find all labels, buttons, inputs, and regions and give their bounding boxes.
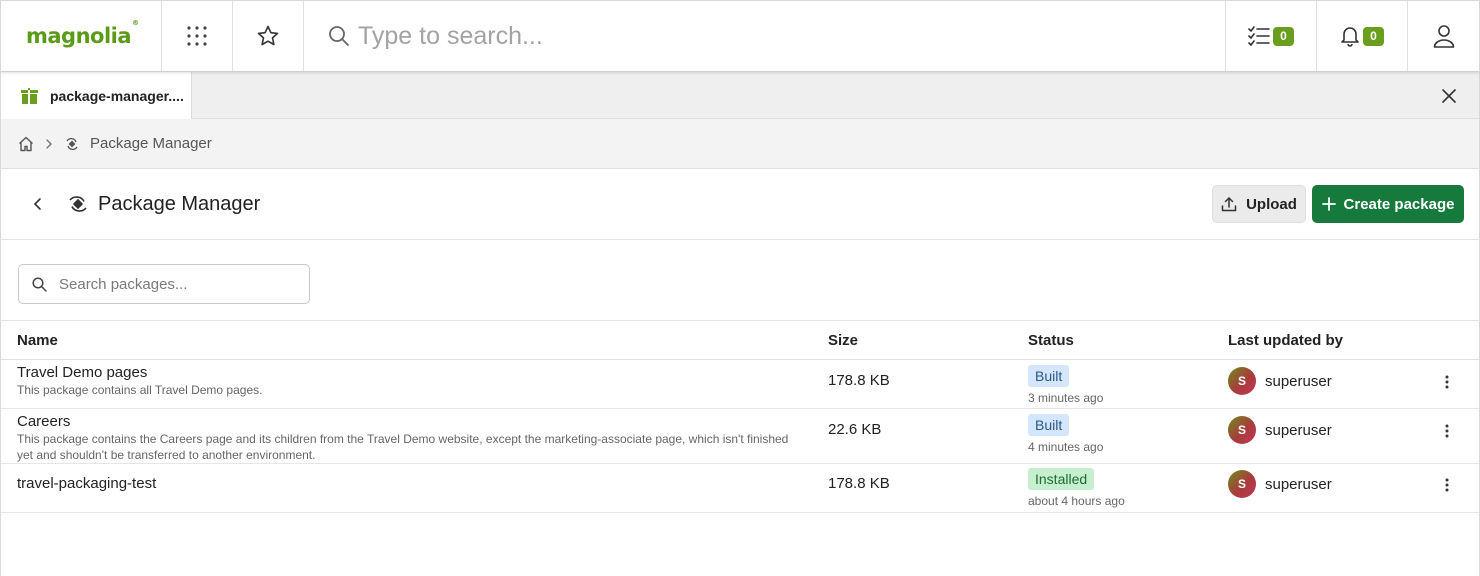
more-vertical-icon [1445, 424, 1449, 438]
apps-button[interactable] [162, 1, 233, 71]
global-search-input[interactable] [358, 21, 958, 51]
breadcrumb: Package Manager [0, 119, 1480, 169]
create-package-label: Create package [1343, 195, 1455, 213]
package-size: 178.8 KB [828, 475, 890, 492]
package-name[interactable]: Careers [17, 413, 807, 430]
package-size: 22.6 KB [828, 421, 882, 438]
last-updated-by-cell: S superuser [1228, 470, 1332, 498]
grid-icon [187, 26, 207, 46]
status-time: 3 minutes ago [1028, 391, 1104, 405]
tab-package-manager[interactable]: package-manager.... [1, 72, 192, 119]
chevron-right-icon [46, 138, 52, 149]
column-header-size[interactable]: Size [828, 332, 858, 349]
close-tab-button[interactable] [1439, 86, 1459, 106]
package-manager-icon [66, 137, 78, 150]
more-vertical-icon [1445, 478, 1449, 492]
table-header: Name Size Status Last updated by [1, 321, 1479, 360]
user-name: superuser [1265, 421, 1332, 439]
avatar: S [1228, 470, 1256, 498]
last-updated-by-cell: S superuser [1228, 367, 1332, 395]
search-icon [329, 26, 349, 46]
packages-table: Name Size Status Last updated by Travel … [0, 321, 1480, 576]
page-header: Package Manager Upload Create package [0, 169, 1480, 240]
package-size: 178.8 KB [828, 372, 890, 389]
package-description: This package contains the Careers page a… [17, 432, 789, 462]
upload-button[interactable]: Upload [1212, 185, 1306, 223]
package-name-cell: Careers This package contains the Career… [17, 413, 807, 463]
avatar: S [1228, 416, 1256, 444]
package-name-cell: travel-packaging-test [17, 475, 156, 492]
home-icon[interactable] [18, 136, 34, 152]
package-search-input[interactable] [59, 275, 289, 293]
row-actions-button[interactable] [1437, 421, 1457, 441]
chevron-left-icon [33, 198, 41, 210]
status-time: 4 minutes ago [1028, 440, 1104, 454]
create-package-button[interactable]: Create package [1312, 185, 1464, 223]
package-name-cell: Travel Demo pages This package contains … [17, 364, 807, 398]
notifications-button[interactable]: 0 [1317, 1, 1408, 71]
upload-label: Upload [1246, 195, 1297, 213]
user-name: superuser [1265, 372, 1332, 390]
task-list-icon [1248, 26, 1270, 46]
column-header-last-updated-by[interactable]: Last updated by [1228, 332, 1343, 349]
status-cell: Built 3 minutes ago [1028, 365, 1103, 405]
last-updated-by-cell: S superuser [1228, 416, 1332, 444]
global-search[interactable] [304, 1, 1226, 71]
filter-area [0, 240, 1480, 321]
row-actions-button[interactable] [1437, 372, 1457, 392]
avatar: S [1228, 367, 1256, 395]
tab-bar: package-manager.... [0, 72, 1480, 119]
status-time: about 4 hours ago [1028, 494, 1125, 508]
package-manager-icon [66, 194, 90, 214]
tasks-count-badge: 0 [1273, 26, 1294, 46]
star-icon [257, 25, 279, 46]
status-cell: Built 4 minutes ago [1028, 414, 1103, 454]
logo-cell[interactable]: magnolia® [1, 1, 162, 71]
breadcrumb-current: Package Manager [90, 135, 212, 152]
status-badge: Installed [1028, 468, 1095, 490]
favorites-button[interactable] [233, 1, 304, 71]
page-title: Package Manager [98, 192, 261, 215]
package-icon [21, 87, 38, 104]
notifications-count-badge: 0 [1363, 26, 1384, 46]
bell-icon [1341, 27, 1359, 47]
back-button[interactable] [26, 192, 50, 216]
table-row[interactable]: Careers This package contains the Career… [1, 409, 1479, 464]
column-header-name[interactable]: Name [17, 332, 58, 349]
plus-icon [1321, 197, 1336, 211]
package-name[interactable]: Travel Demo pages [17, 364, 807, 381]
table-row[interactable]: Travel Demo pages This package contains … [1, 360, 1479, 409]
search-icon [32, 276, 47, 292]
close-icon [1442, 89, 1456, 103]
status-cell: Installed about 4 hours ago [1028, 468, 1125, 508]
status-badge: Built [1028, 414, 1070, 436]
tasks-button[interactable]: 0 [1226, 1, 1317, 71]
user-name: superuser [1265, 475, 1332, 493]
package-description: This package contains all Travel Demo pa… [17, 383, 263, 397]
top-bar: magnolia® 0 0 [0, 0, 1480, 72]
more-vertical-icon [1445, 375, 1449, 389]
package-search[interactable] [18, 264, 310, 304]
user-icon [1433, 25, 1454, 48]
table-row[interactable]: travel-packaging-test 178.8 KB Installed… [1, 464, 1479, 513]
tab-label: package-manager.... [50, 87, 184, 104]
row-actions-button[interactable] [1437, 475, 1457, 495]
upload-icon [1221, 197, 1237, 212]
magnolia-logo[interactable]: magnolia® [26, 19, 139, 48]
column-header-status[interactable]: Status [1028, 332, 1074, 349]
user-menu-button[interactable] [1408, 1, 1479, 71]
status-badge: Built [1028, 365, 1070, 387]
package-name[interactable]: travel-packaging-test [17, 475, 156, 492]
